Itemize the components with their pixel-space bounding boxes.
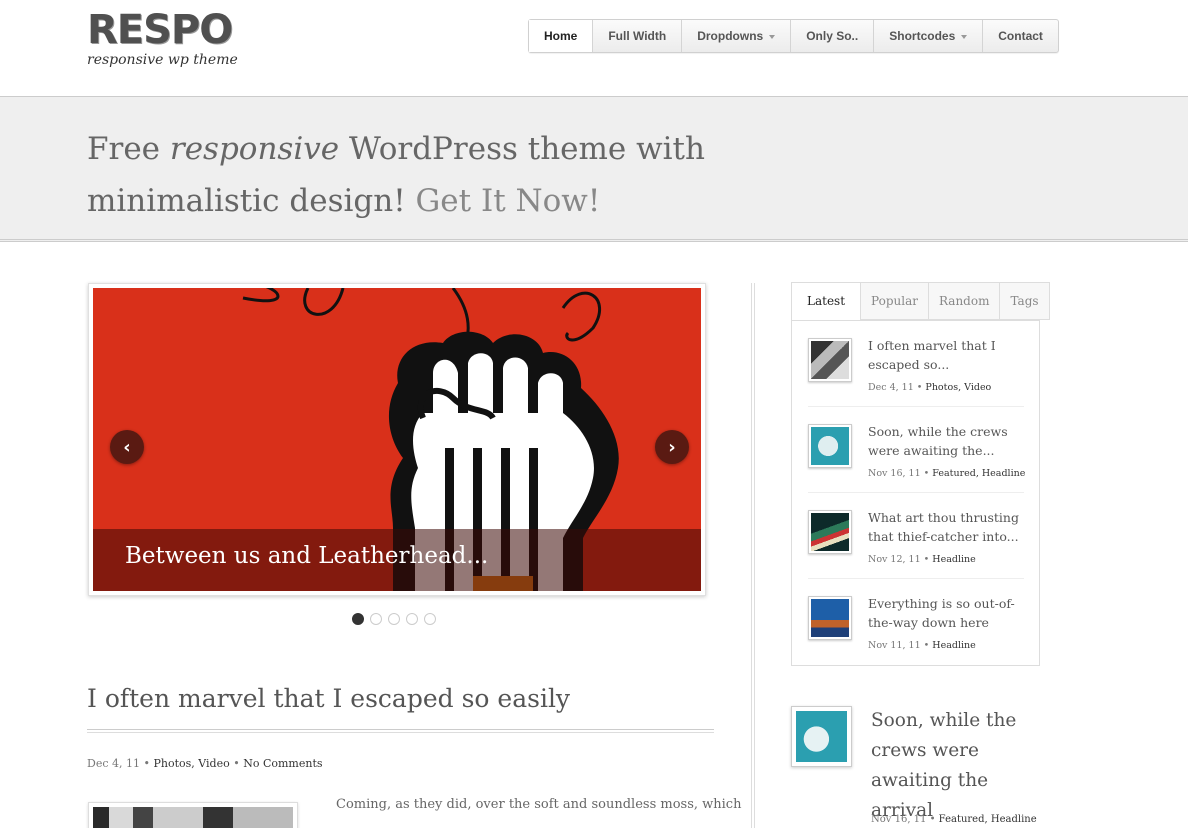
slide-caption: Between us and Leatherhead... (93, 529, 701, 591)
post-date: Dec 4, 11 (87, 757, 140, 770)
tab-panel-latest: I often marvel that I escaped so... Dec … (791, 320, 1040, 666)
slide-caption-text[interactable]: Between us and Leatherhead... (125, 543, 488, 569)
category-link[interactable]: Featured (932, 468, 976, 479)
category-link[interactable]: Photos (925, 382, 958, 393)
nav-item-only-so[interactable]: Only So.. (791, 20, 875, 52)
column-divider (751, 283, 755, 828)
post-thumbnail[interactable] (808, 338, 852, 382)
caret-down-icon (961, 35, 968, 39)
nav-item-home[interactable]: Home (529, 20, 594, 52)
thumbnail-image (811, 599, 849, 637)
category-link[interactable]: Headline (932, 640, 975, 651)
post-excerpt: Coming, as they did, over the soft and s… (336, 797, 742, 812)
tab-random[interactable]: Random (928, 282, 1001, 320)
list-item[interactable]: Soon, while the crews were awaiting the.… (808, 407, 1025, 493)
list-item-title[interactable]: I often marvel that I escaped so... (868, 336, 1024, 374)
meta-separator: • (913, 382, 926, 393)
list-item-meta: Dec 4, 11 • Photos, Video (868, 382, 991, 393)
nav-label: Home (544, 29, 578, 43)
category-link[interactable]: Featured (939, 814, 985, 825)
slider-prev-button[interactable]: ‹ (110, 430, 144, 464)
list-item[interactable]: Everything is so out-of-the-way down her… (808, 579, 1024, 665)
list-item[interactable]: I often marvel that I escaped so... Dec … (808, 321, 1024, 407)
meta-separator: • (926, 814, 939, 825)
slider-dot[interactable] (370, 613, 382, 625)
nav-item-full-width[interactable]: Full Width (593, 20, 683, 52)
comments-link[interactable]: No Comments (243, 757, 322, 770)
hero-text-part: Free (87, 131, 170, 167)
list-item-meta: Nov 16, 11 • Featured, Headline (868, 468, 1025, 479)
thumbnail-image (811, 427, 849, 465)
nav-item-shortcodes[interactable]: Shortcodes (874, 20, 984, 52)
thumbnail-image (811, 341, 849, 379)
post-date: Nov 16, 11 (868, 468, 921, 479)
featured-meta: Nov 16, 11 • Featured, Headline (871, 814, 1037, 825)
post-date: Nov 16, 11 (871, 814, 927, 825)
category-link[interactable]: Headline (932, 554, 975, 565)
category-link[interactable]: Video (198, 757, 229, 770)
list-item-meta: Nov 11, 11 • Headline (868, 640, 976, 651)
category-link[interactable]: Headline (991, 814, 1037, 825)
slider-dot[interactable] (406, 613, 418, 625)
logo-title: RESPO (87, 7, 233, 53)
slider-dot[interactable] (424, 613, 436, 625)
logo-tagline: responsive wp theme (87, 52, 238, 68)
nav-label: Shortcodes (889, 29, 956, 43)
post-date: Dec 4, 11 (868, 382, 914, 393)
meta-separator: • (229, 757, 244, 770)
meta-separator: • (920, 554, 933, 565)
hero-banner: Free responsive WordPress theme with min… (0, 96, 1188, 242)
featured-title[interactable]: Soon, while the crews were awaiting the … (871, 706, 1051, 826)
hero-emphasis: responsive (169, 131, 340, 167)
post-date: Nov 11, 11 (868, 640, 921, 651)
post-thumbnail[interactable] (808, 596, 852, 640)
tab-popular[interactable]: Popular (861, 282, 929, 320)
post-meta: Dec 4, 11 • Photos, Video • No Comments (87, 757, 323, 770)
post-date: Nov 12, 11 (868, 554, 921, 565)
category-link[interactable]: Video (964, 382, 991, 393)
hero-cta-link[interactable]: Get It Now! (416, 183, 601, 219)
list-item-title[interactable]: What art thou thrusting that thief-catch… (868, 508, 1024, 546)
nav-label: Only So.. (806, 29, 859, 43)
nav-item-dropdowns[interactable]: Dropdowns (682, 20, 792, 52)
thumbnail-image (93, 807, 293, 828)
post-thumbnail[interactable] (88, 802, 298, 828)
sidebar-tabs: Latest Popular Random Tags (791, 282, 1050, 322)
tab-tags[interactable]: Tags (1000, 282, 1050, 320)
tab-latest[interactable]: Latest (791, 282, 862, 322)
image-slider: Between us and Leatherhead... ‹ › (88, 283, 706, 596)
category-link[interactable]: Headline (982, 468, 1025, 479)
site-logo[interactable]: RESPO responsive wp theme (87, 10, 238, 68)
slider-pagination (352, 613, 436, 625)
post-thumbnail[interactable] (808, 424, 852, 468)
post-thumbnail[interactable] (808, 510, 852, 554)
caret-down-icon (769, 35, 776, 39)
nav-label: Dropdowns (697, 29, 764, 43)
category-link[interactable]: Photos (153, 757, 191, 770)
slider-next-button[interactable]: › (655, 430, 689, 464)
nav-label: Contact (998, 29, 1043, 43)
chevron-left-icon: ‹ (123, 436, 131, 458)
list-item-title[interactable]: Everything is so out-of-the-way down her… (868, 594, 1024, 632)
list-item-title[interactable]: Soon, while the crews were awaiting the.… (868, 422, 1024, 460)
meta-separator: • (920, 468, 933, 479)
list-item-meta: Nov 12, 11 • Headline (868, 554, 976, 565)
slider-dot[interactable] (388, 613, 400, 625)
slider-dot[interactable] (352, 613, 364, 625)
list-item[interactable]: What art thou thrusting that thief-catch… (808, 493, 1024, 579)
hero-headline: Free responsive WordPress theme with min… (87, 123, 727, 227)
thumbnail-image (796, 711, 847, 762)
meta-separator: • (920, 640, 933, 651)
thumbnail-image (811, 513, 849, 551)
meta-separator: • (139, 757, 154, 770)
post-title[interactable]: I often marvel that I escaped so easily (87, 684, 570, 713)
featured-thumbnail[interactable] (791, 706, 852, 767)
chevron-right-icon: › (668, 436, 676, 458)
divider (87, 729, 714, 733)
nav-label: Full Width (608, 29, 667, 43)
main-nav: Home Full Width Dropdowns Only So.. Shor… (528, 19, 1059, 53)
nav-item-contact[interactable]: Contact (983, 20, 1058, 52)
slide-image[interactable]: Between us and Leatherhead... ‹ › (93, 288, 701, 591)
